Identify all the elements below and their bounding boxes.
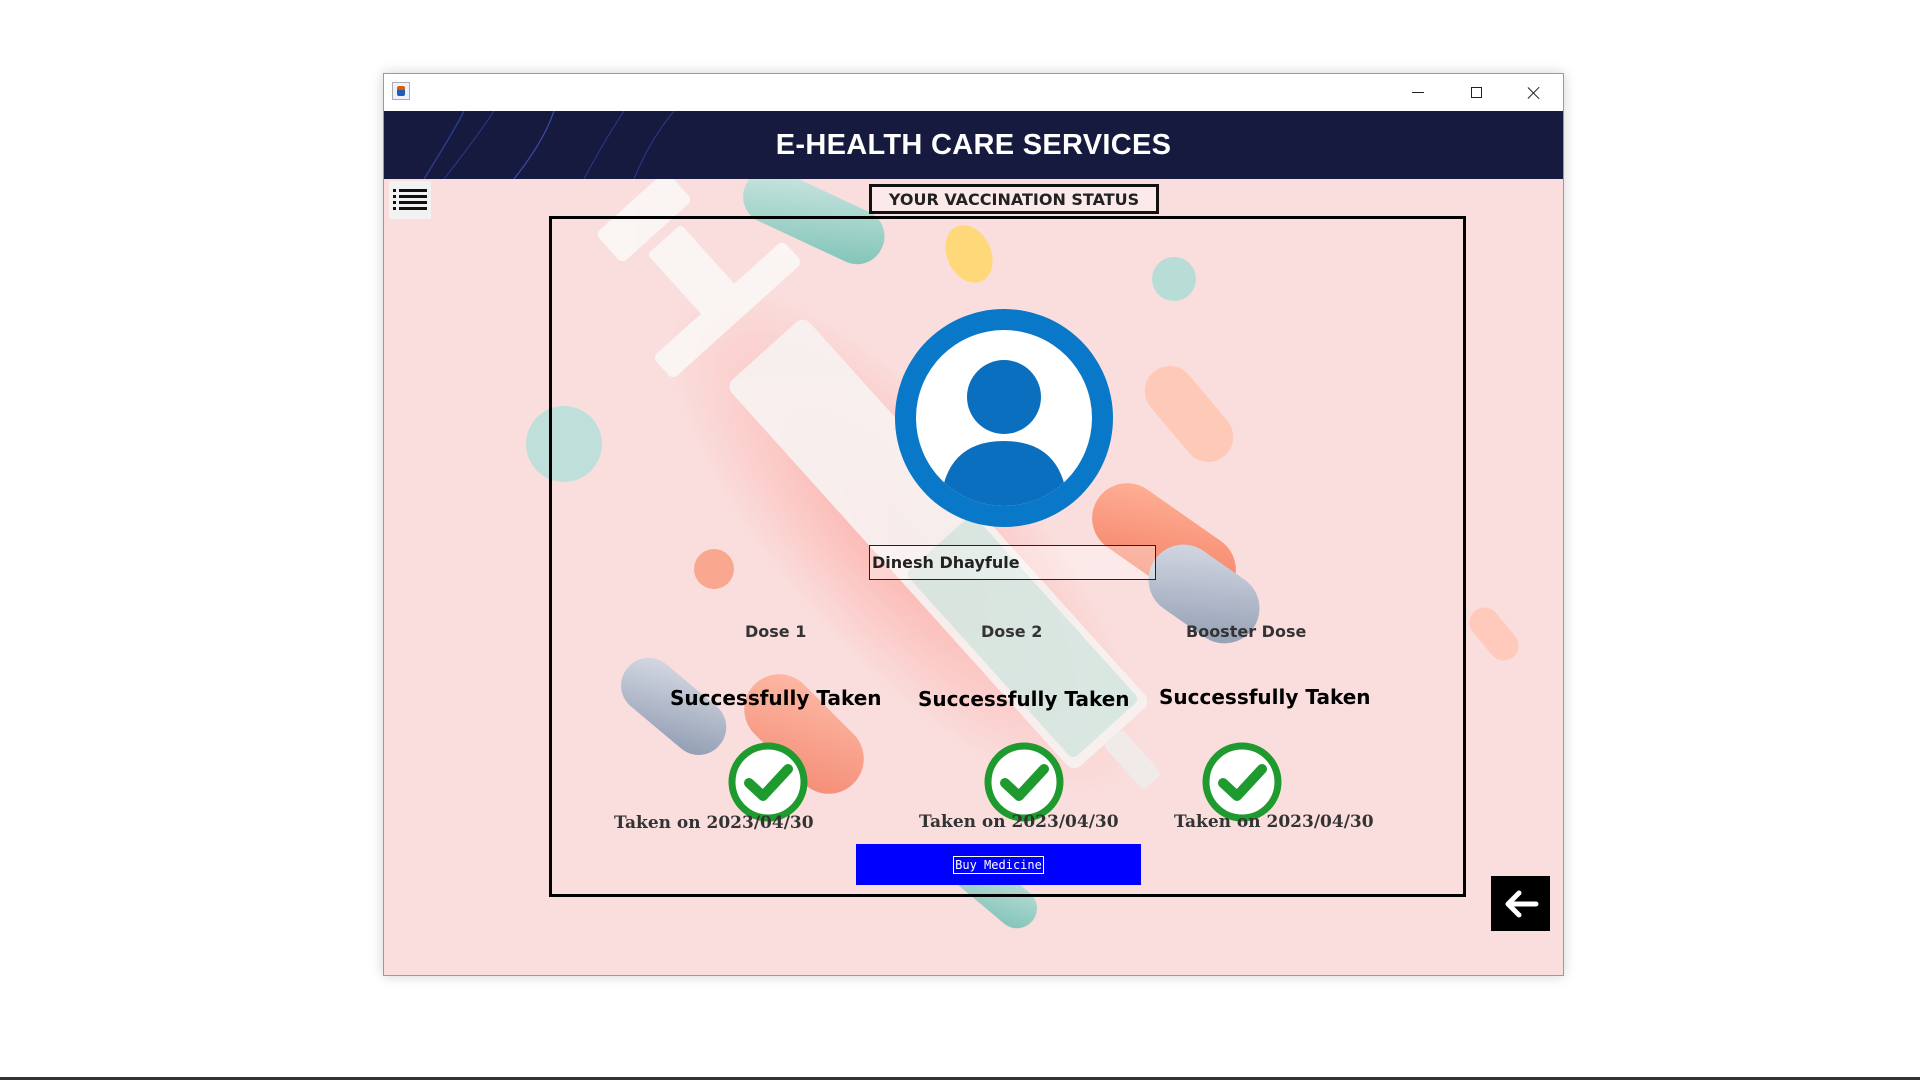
content-area: E-HEALTH CARE SERVICES YOUR VACCINATION … xyxy=(384,111,1563,975)
user-avatar-icon xyxy=(895,309,1113,527)
booster-dose-status: Successfully Taken xyxy=(1159,685,1371,709)
booster-dose-date: Taken on 2023/04/30 xyxy=(1174,812,1374,832)
maximize-button[interactable] xyxy=(1447,74,1505,111)
app-title: E-HEALTH CARE SERVICES xyxy=(775,128,1172,161)
menu-button[interactable] xyxy=(389,181,431,219)
close-button[interactable] xyxy=(1505,74,1563,111)
back-button[interactable] xyxy=(1491,876,1550,931)
buy-medicine-button[interactable]: Buy Medicine xyxy=(953,855,1044,874)
arrow-left-icon xyxy=(1505,890,1538,917)
app-window: E-HEALTH CARE SERVICES YOUR VACCINATION … xyxy=(383,73,1564,976)
minimize-icon xyxy=(1412,92,1424,93)
dose-1-status: Successfully Taken xyxy=(670,686,882,710)
buy-medicine-bar: Buy Medicine xyxy=(856,844,1141,885)
app-header: E-HEALTH CARE SERVICES xyxy=(384,111,1563,179)
dose-2-status: Successfully Taken xyxy=(918,687,1130,711)
title-bar xyxy=(384,74,1563,111)
minimize-button[interactable] xyxy=(1389,74,1447,111)
dose-2-check-circle-icon xyxy=(984,742,1064,822)
dose-2-date: Taken on 2023/04/30 xyxy=(919,812,1119,832)
patient-name-field: Dinesh Dhayfule xyxy=(869,545,1156,580)
list-icon xyxy=(393,189,427,210)
dose-1-label: Dose 1 xyxy=(745,622,807,641)
booster-dose-label: Booster Dose xyxy=(1186,622,1307,641)
booster-check-circle-icon xyxy=(1202,742,1282,822)
section-title: YOUR VACCINATION STATUS xyxy=(869,184,1159,214)
desktop: E-HEALTH CARE SERVICES YOUR VACCINATION … xyxy=(0,0,1920,1080)
dose-1-check-circle-icon xyxy=(728,742,808,822)
dose-1-date: Taken on 2023/04/30 xyxy=(614,813,814,833)
close-icon xyxy=(1527,86,1541,100)
java-app-icon xyxy=(392,82,410,100)
dose-2-label: Dose 2 xyxy=(981,622,1043,641)
maximize-icon xyxy=(1470,87,1482,98)
